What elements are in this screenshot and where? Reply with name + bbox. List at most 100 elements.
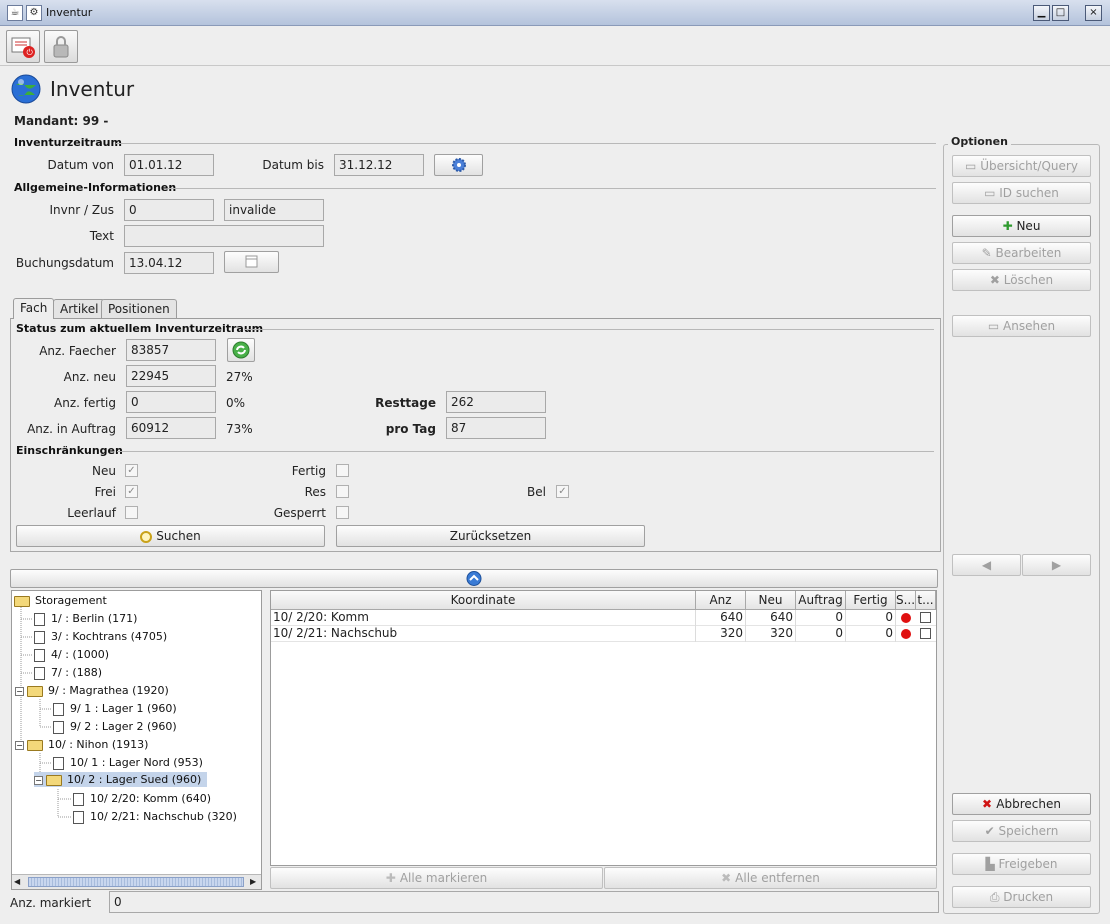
tree-node-3[interactable]: 3/ : Kochtrans (4705) [34, 630, 167, 644]
status-dot-icon [901, 629, 911, 639]
exit-button[interactable]: ⏻ [6, 30, 40, 63]
datum-von-field[interactable]: 01.01.12 [124, 154, 214, 176]
tree-node-4[interactable]: 4/ : (1000) [34, 648, 109, 662]
title-bar [0, 0, 1110, 26]
datum-bis-field[interactable]: 31.12.12 [334, 154, 424, 176]
neu-filter-checkbox[interactable]: ✓ [125, 464, 138, 477]
pro-tag-field[interactable]: 87 [446, 417, 546, 439]
tree-node-9[interactable]: − 9/ : Magrathea (1920) [15, 684, 169, 697]
suchen-button[interactable]: Suchen [16, 525, 325, 547]
tree-node-1[interactable]: 1/ : Berlin (171) [34, 612, 137, 626]
next-button[interactable]: ▶ [1022, 554, 1091, 576]
collapse-toggle-icon[interactable]: − [15, 686, 24, 696]
settings-button[interactable] [434, 154, 483, 176]
tree-node-9-1[interactable]: 9/ 1 : Lager 1 (960) [53, 702, 177, 716]
window-menu-icon[interactable]: ⚙ [26, 5, 42, 21]
suchen-button-label: Suchen [156, 529, 201, 543]
gesperrt-filter-checkbox[interactable] [336, 506, 349, 519]
cell-fertig: 0 [846, 626, 896, 642]
col-status[interactable]: S... [896, 591, 916, 610]
scroll-thumb[interactable] [28, 877, 244, 887]
calendar-button[interactable] [224, 251, 279, 273]
tab-artikel[interactable]: Artikel [53, 299, 106, 318]
frei-filter-checkbox[interactable]: ✓ [125, 485, 138, 498]
id-suchen-button[interactable]: ▭ ID suchen [952, 182, 1091, 204]
anz-auftrag-percent: 73% [226, 422, 253, 436]
col-koordinate[interactable]: Koordinate [271, 591, 696, 610]
anz-auftrag-label: Anz. in Auftrag [27, 422, 116, 436]
col-fertig[interactable]: Fertig [846, 591, 896, 610]
uebersicht-query-button[interactable]: ▭ Übersicht/Query [952, 155, 1091, 177]
resttage-label: Resttage [375, 396, 436, 410]
maximize-button[interactable]: □ [1052, 5, 1069, 21]
fertig-filter-checkbox[interactable] [336, 464, 349, 477]
tree-node-10-2-21[interactable]: 10/ 2/21: Nachschub (320) [73, 810, 237, 824]
previous-button[interactable]: ◀ [952, 554, 1021, 576]
anz-faecher-field[interactable]: 83857 [126, 339, 216, 361]
tree-node-label: 10/ : Nihon (1913) [48, 738, 149, 751]
refresh-button[interactable] [227, 338, 255, 362]
alle-markieren-button[interactable]: ✚ Alle markieren [270, 867, 603, 889]
buchungsdatum-field[interactable]: 13.04.12 [124, 252, 214, 274]
lock-button[interactable] [44, 30, 78, 63]
tab-positionen[interactable]: Positionen [101, 299, 177, 318]
tree-node-label: 7/ : (188) [51, 666, 102, 679]
abbrechen-button[interactable]: ✖ Abbrechen [952, 793, 1091, 815]
collapse-panel-button[interactable] [10, 569, 938, 588]
anz-fertig-label: Anz. fertig [54, 396, 116, 410]
col-auftrag[interactable]: Auftrag [796, 591, 846, 610]
invnr-field[interactable]: 0 [124, 199, 214, 221]
collapse-toggle-icon[interactable]: − [34, 775, 43, 785]
alle-markieren-label: Alle markieren [399, 871, 488, 885]
tree-node-10-1[interactable]: 10/ 1 : Lager Nord (953) [53, 756, 203, 770]
text-label: Text [89, 229, 114, 243]
koordinate-table[interactable]: Koordinate Anz Neu Auftrag Fertig S... t… [270, 590, 937, 866]
leerlauf-filter-checkbox[interactable] [125, 506, 138, 519]
gear-icon [452, 158, 466, 172]
close-button[interactable]: × [1085, 5, 1102, 21]
toolbar [0, 26, 1110, 66]
scroll-left-icon[interactable]: ◀ [14, 877, 24, 887]
freigeben-button[interactable]: ▙ Freigeben [952, 853, 1091, 875]
neu-label: Neu [1016, 219, 1041, 233]
bearbeiten-label: Bearbeiten [995, 246, 1062, 260]
tree-node-10-2[interactable]: − 10/ 2 : Lager Sued (960) [34, 772, 208, 787]
tree-node-10[interactable]: − 10/ : Nihon (1913) [15, 738, 148, 751]
scroll-right-icon[interactable]: ▶ [250, 877, 260, 887]
col-t[interactable]: t... [916, 591, 936, 610]
neu-button[interactable]: ✚ Neu [952, 215, 1091, 237]
table-row[interactable]: 10/ 2/21: Nachschub 320 320 0 0 [271, 626, 936, 642]
bel-filter-checkbox[interactable]: ✓ [556, 485, 569, 498]
tree-node-7[interactable]: 7/ : (188) [34, 666, 102, 680]
bel-filter-label: Bel [527, 485, 546, 499]
ansehen-button[interactable]: ▭ Ansehen [952, 315, 1091, 337]
loeschen-button[interactable]: ✖ Löschen [952, 269, 1091, 291]
zuruecksetzen-button[interactable]: Zurücksetzen [336, 525, 645, 547]
tree-node-root[interactable]: Storagement [14, 594, 107, 607]
status-dot-icon [901, 613, 911, 623]
drucken-button[interactable]: ⎙ Drucken [952, 886, 1091, 908]
tree-horizontal-scrollbar[interactable]: ◀ ▶ [12, 874, 261, 889]
tab-fach[interactable]: Fach [13, 298, 55, 319]
res-filter-checkbox[interactable] [336, 485, 349, 498]
bearbeiten-button[interactable]: ✎ Bearbeiten [952, 242, 1091, 264]
col-neu[interactable]: Neu [746, 591, 796, 610]
tree-node-9-2[interactable]: 9/ 2 : Lager 2 (960) [53, 720, 177, 734]
tree-node-10-2-20[interactable]: 10/ 2/20: Komm (640) [73, 792, 211, 806]
minimize-button[interactable]: ▁ [1033, 5, 1050, 21]
row-checkbox[interactable] [920, 612, 931, 623]
anz-auftrag-field[interactable]: 60912 [126, 417, 216, 439]
resttage-field[interactable]: 262 [446, 391, 546, 413]
speichern-button[interactable]: ✔ Speichern [952, 820, 1091, 842]
storage-tree[interactable]: Storagement 1/ : Berlin (171) 3/ : Kocht… [11, 590, 262, 890]
col-anz[interactable]: Anz [696, 591, 746, 610]
ansehen-label: Ansehen [1003, 319, 1056, 333]
anz-neu-field[interactable]: 22945 [126, 365, 216, 387]
alle-entfernen-button[interactable]: ✖ Alle entfernen [604, 867, 937, 889]
text-field[interactable] [124, 225, 324, 247]
table-row[interactable]: 10/ 2/20: Komm 640 640 0 0 [271, 610, 936, 626]
row-checkbox[interactable] [920, 628, 931, 639]
anz-fertig-field[interactable]: 0 [126, 391, 216, 413]
zus-field[interactable]: invalide [224, 199, 324, 221]
collapse-toggle-icon[interactable]: − [15, 740, 24, 750]
